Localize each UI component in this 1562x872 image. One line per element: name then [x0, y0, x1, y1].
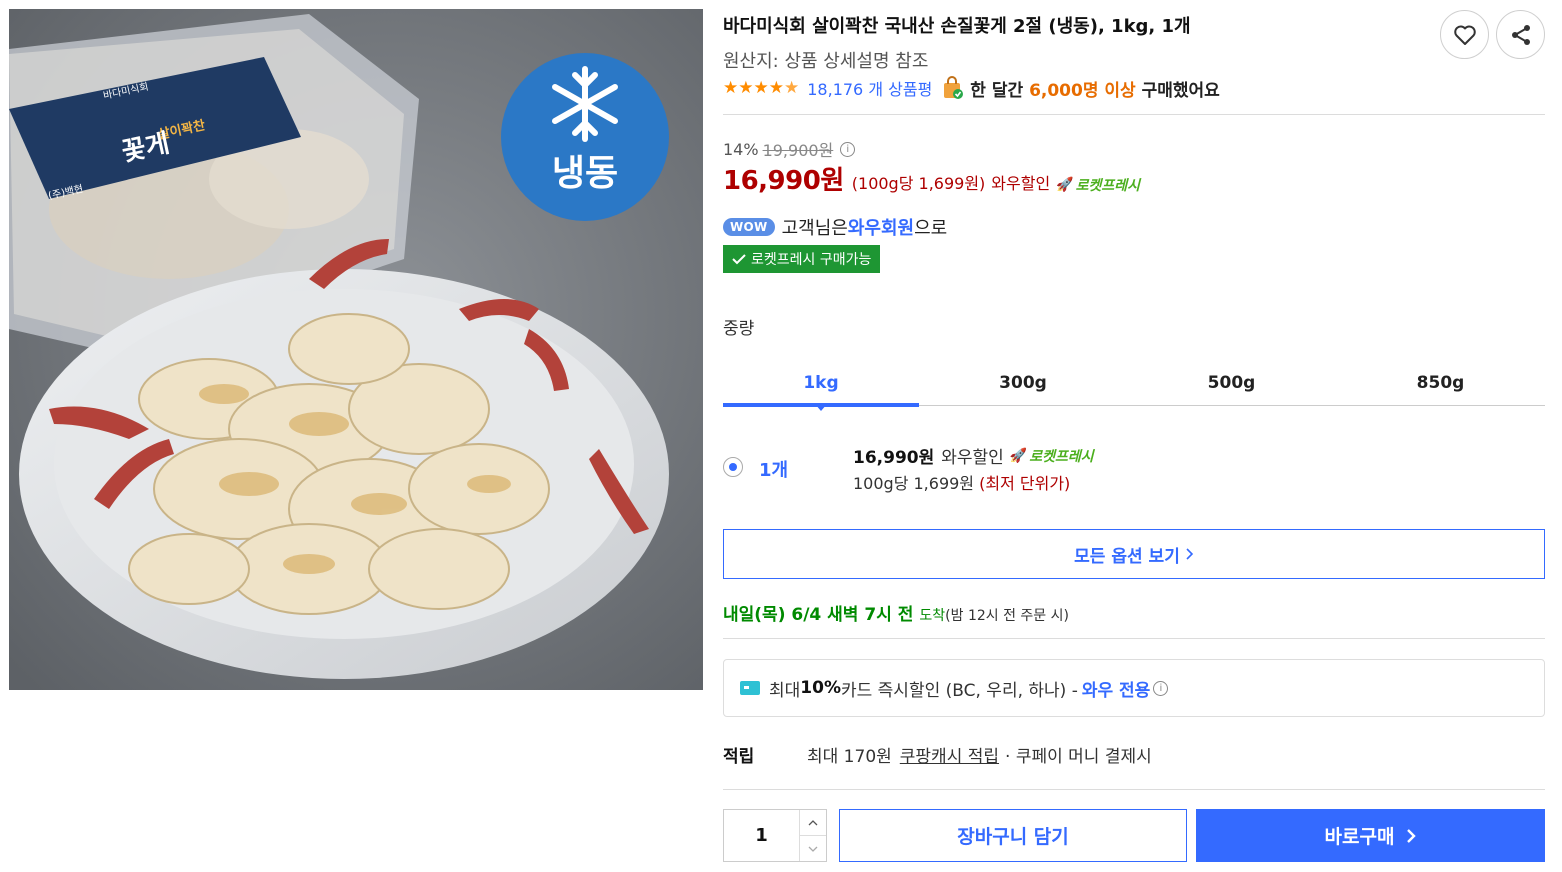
buy-now-button[interactable]: 바로구매 [1196, 809, 1545, 862]
product-title: 바다미식회 살이꽉찬 국내산 손질꽃게 2절 (냉동), 1kg, 1개 [723, 16, 1191, 37]
price-row: 16,990원 (100g당 1,699원) 와우할인 🚀 로켓프레시 [723, 160, 1140, 197]
wow-only-label: 와우 전용 [1081, 680, 1151, 701]
rocket-icon: 🚀 [1009, 447, 1028, 464]
original-price: 19,900원 [762, 141, 834, 160]
credit-card-icon [740, 681, 760, 695]
quantity-input[interactable]: 1 [724, 810, 800, 861]
tab-caret-icon [815, 404, 827, 411]
wow-member-label: 와우회원 [847, 218, 915, 239]
wow-member-row: WOW 고객님은 와우회원 으로 [723, 214, 947, 240]
quantity-decrease-button[interactable] [800, 836, 826, 861]
add-to-cart-button[interactable]: 장바구니 담기 [839, 809, 1187, 862]
option-price: 16,990원 [853, 448, 935, 468]
chevron-right-icon [1407, 828, 1417, 843]
rating-stars[interactable]: ★ ★ ★ ★ ★ [723, 77, 800, 98]
share-icon [1511, 24, 1530, 45]
tab-850g[interactable]: 850g [1336, 360, 1545, 405]
tab-300g[interactable]: 300g [919, 360, 1127, 405]
fresh-badge-label: 로켓프레시 구매가능 [751, 252, 872, 268]
star-icon: ★ [723, 77, 739, 98]
unit-price: (100g당 1,699원) [851, 174, 986, 193]
rocket-fresh-available-badge: 로켓프레시 구매가능 [723, 245, 881, 273]
wow-badge: WOW [723, 218, 775, 236]
weight-label: 중량 [723, 319, 755, 339]
divider [723, 114, 1545, 115]
option-rocket-label: 🚀 로켓프레시 [1009, 447, 1094, 465]
delivery-info: 내일(목) 6/4 새벽 7시 전 도착 (밤 12시 전 주문 시) [723, 600, 1069, 625]
option-radio[interactable] [723, 457, 743, 477]
delivery-date: 내일(목) 6/4 새벽 7시 전 [723, 605, 914, 625]
info-icon[interactable]: i [840, 141, 856, 157]
divider [723, 789, 1545, 790]
reward-max: 최대 170원 [807, 747, 892, 767]
discount-rate: 14% [723, 139, 759, 159]
chevron-up-icon [808, 819, 818, 825]
divider [723, 638, 1545, 639]
product-image[interactable]: 살이꽉찬 꽃게 바다미식회 (주)백현 냉동 [9, 9, 703, 690]
tab-500g[interactable]: 500g [1127, 360, 1336, 405]
shopping-bag-icon [942, 76, 964, 100]
product-info-panel: 바다미식회 살이꽉찬 국내산 손질꽃게 2절 (냉동), 1kg, 1개 원산지… [723, 0, 1545, 872]
frozen-badge-text: 냉동 [552, 153, 618, 194]
view-all-options-button[interactable]: 모든 옵션 보기 [723, 529, 1545, 579]
rating-row: ★ ★ ★ ★ ★ 18,176 개 상품평 한 달간 6,000명 이상 구매… [723, 76, 1220, 101]
delivery-condition: (밤 12시 전 주문 시) [945, 608, 1069, 624]
lowest-unit-badge: (최저 단위가) [979, 474, 1071, 493]
discount-row: 14% 19,900원 i [723, 137, 856, 161]
rocket-icon: 🚀 [1056, 177, 1074, 193]
half-star-icon: ★ [784, 77, 800, 98]
review-count-link[interactable]: 18,176 개 상품평 [807, 76, 932, 100]
star-icon: ★ [768, 77, 784, 98]
card-promo-rate: 10% [800, 678, 841, 698]
option-row[interactable]: 1개 16,990원 와우할인 🚀 로켓프레시 100g당 1,699원 (최저 … [723, 440, 1545, 500]
star-icon: ★ [753, 77, 769, 98]
wow-discount-label: 와우할인 [991, 174, 1051, 193]
reward-row: 적립 최대 170원 쿠팡캐시 적립 · 쿠페이 머니 결제시 [723, 742, 1152, 767]
option-wow-label: 와우할인 [941, 448, 1004, 468]
product-origin: 원산지: 상품 상세설명 참조 [723, 51, 929, 72]
wow-text-after: 으로 [914, 218, 948, 239]
heart-icon [1453, 25, 1476, 45]
option-unit-price: 100g당 1,699원 (최저 단위가) [853, 474, 1071, 493]
quantity-stepper: 1 [723, 809, 827, 862]
reward-label: 적립 [723, 747, 755, 767]
weight-tabs: 1kg 300g 500g 850g [723, 360, 1545, 407]
check-icon [732, 254, 746, 265]
option-quantity: 1개 [759, 460, 789, 481]
star-icon: ★ [738, 77, 754, 98]
coupang-cash-link[interactable]: 쿠팡캐시 적립 [900, 742, 999, 767]
chevron-down-icon [808, 846, 818, 852]
quantity-increase-button[interactable] [800, 810, 826, 836]
option-price-line: 16,990원 와우할인 🚀 로켓프레시 [853, 443, 1094, 469]
delivery-arrive: 도착 [919, 608, 946, 624]
rocket-fresh-label: 🚀 로켓프레시 [1056, 177, 1141, 194]
card-promo-text: 카드 즉시할인 (BC, 우리, 하나) - [840, 680, 1078, 701]
wishlist-button[interactable] [1440, 10, 1489, 59]
card-promo-prefix: 최대 [769, 680, 801, 701]
buy-now-label: 바로구매 [1324, 826, 1395, 848]
product-photo: 살이꽉찬 꽃게 바다미식회 (주)백현 냉동 [9, 9, 703, 690]
wow-text-before: 고객님은 [781, 218, 848, 239]
chevron-right-icon [1186, 548, 1193, 560]
info-icon[interactable]: i [1153, 680, 1169, 696]
sale-price: 16,990원 [723, 166, 844, 196]
share-button[interactable] [1496, 10, 1545, 59]
card-discount-box[interactable]: 최대 10% 카드 즉시할인 (BC, 우리, 하나) - 와우 전용 i [723, 659, 1545, 717]
tab-1kg[interactable]: 1kg [723, 360, 919, 407]
view-all-options-label: 모든 옵션 보기 [1074, 546, 1180, 567]
purchase-stat: 한 달간 6,000명 이상 구매했어요 [970, 80, 1220, 101]
reward-tail: · 쿠페이 머니 결제시 [1005, 747, 1152, 767]
